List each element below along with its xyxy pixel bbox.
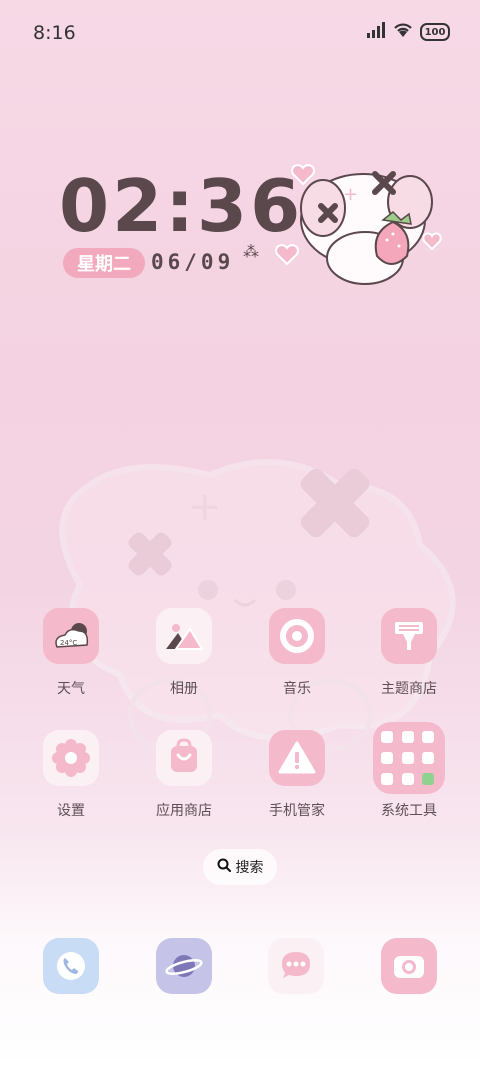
bunny-mascot-icon: +	[275, 164, 442, 285]
sparkle-icon: ⁂	[243, 242, 259, 261]
app-security[interactable]: 手机管家	[247, 730, 347, 820]
app-label: 设置	[57, 803, 85, 819]
app-label: 系统工具	[381, 803, 437, 819]
folder-app-icon	[381, 751, 393, 764]
weather-icon: 24°C	[43, 608, 99, 664]
folder-app-icon	[381, 731, 393, 744]
battery-icon: 100	[420, 23, 450, 41]
app-theme-store[interactable]: 主题商店	[359, 608, 459, 698]
settings-icon	[43, 730, 99, 786]
app-weather[interactable]: 24°C 天气	[21, 608, 121, 698]
status-icons: 100	[366, 22, 450, 42]
folder-app-icon	[401, 772, 414, 785]
folder-app-icon	[401, 731, 414, 744]
folder-app-icon	[401, 751, 414, 764]
app-gallery[interactable]: 相册	[134, 608, 234, 698]
folder-app-icon	[422, 772, 435, 785]
svg-text:24°C: 24°C	[60, 639, 77, 647]
tools-folder-icon	[373, 722, 445, 794]
app-label: 应用商店	[156, 803, 212, 819]
bunny-wallpaper-icon: +	[59, 459, 456, 752]
svg-text:+: +	[343, 184, 358, 205]
folder-app-icon	[422, 751, 435, 764]
signal-icon	[366, 22, 386, 42]
folder-app-icon	[422, 731, 435, 744]
svg-text:+: +	[188, 484, 222, 530]
music-icon	[269, 608, 325, 664]
gallery-icon	[156, 608, 212, 664]
clock-time: 02:36	[59, 164, 304, 248]
camera-icon[interactable]	[381, 938, 437, 994]
app-label: 音乐	[283, 681, 311, 697]
clock-widget[interactable]: 02:36 星期二 06/09 ⁂ +	[55, 160, 455, 300]
app-label: 手机管家	[269, 803, 325, 819]
app-label: 主题商店	[381, 681, 437, 697]
app-settings[interactable]: 设置	[21, 730, 121, 820]
clock-date: 06/09	[151, 250, 235, 274]
weekday-badge: 星期二	[63, 248, 145, 278]
status-time: 8:16	[33, 22, 76, 44]
messages-icon[interactable]	[268, 938, 324, 994]
app-app-store[interactable]: 应用商店	[134, 730, 234, 820]
theme-store-icon	[381, 608, 437, 664]
search-button[interactable]: 搜索	[203, 849, 277, 885]
search-icon	[217, 858, 231, 876]
app-music[interactable]: 音乐	[247, 608, 347, 698]
security-icon	[269, 730, 325, 786]
app-label: 相册	[170, 681, 198, 697]
browser-icon[interactable]	[156, 938, 212, 994]
app-label: 天气	[57, 681, 85, 697]
app-store-icon	[156, 730, 212, 786]
phone-icon[interactable]	[43, 938, 99, 994]
wifi-icon	[393, 22, 413, 42]
search-label: 搜索	[235, 860, 264, 876]
folder-app-icon	[381, 772, 393, 785]
status-bar: 8:16 100	[0, 0, 480, 66]
app-tools-folder[interactable]: 系统工具	[359, 722, 459, 820]
